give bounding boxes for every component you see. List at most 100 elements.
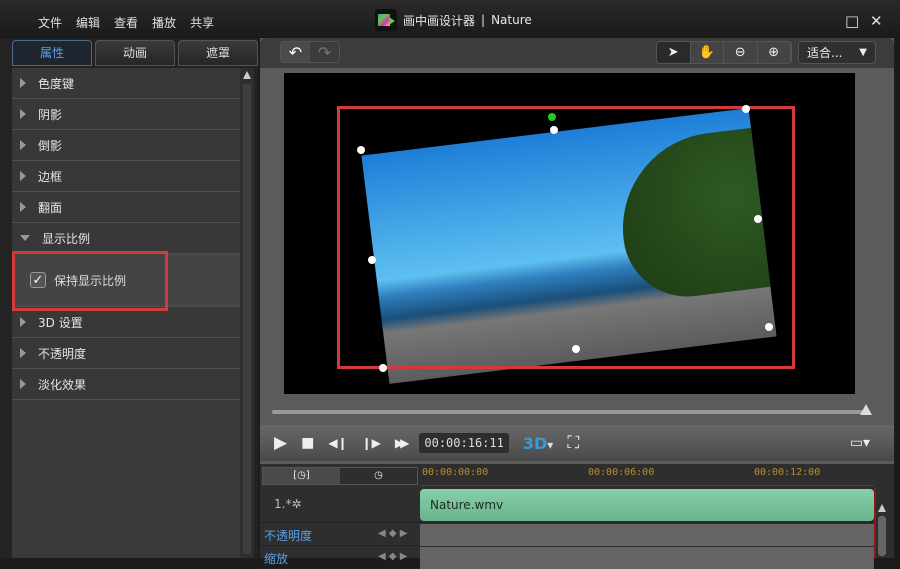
expand-arrow-icon <box>20 379 26 389</box>
stop-button[interactable]: ■ <box>301 435 314 451</box>
scroll-thumb[interactable] <box>878 516 886 556</box>
aspect-menu-button[interactable]: ▭▾ <box>850 435 870 451</box>
zoom-out-icon[interactable]: ⊖ <box>724 42 758 63</box>
preview-stage[interactable] <box>284 73 855 394</box>
prop-chroma-key[interactable]: 色度键 <box>12 68 240 99</box>
prop-aspect-ratio[interactable]: 显示比例 <box>12 223 240 254</box>
timeline-scrollbar[interactable] <box>876 504 888 558</box>
resize-handle[interactable] <box>742 105 750 113</box>
prop-flip[interactable]: 翻面 <box>12 192 240 223</box>
fullscreen-icon[interactable]: ⛶ <box>567 433 579 453</box>
keyframe-nav[interactable]: ◀ ◆ ▶ <box>378 528 407 539</box>
select-move-icon[interactable]: ➤ <box>657 42 691 63</box>
clip-time-mode-button[interactable]: [◷] <box>263 468 340 484</box>
keyframe-row-opacity: 不透明度 ◀ ◆ ▶ <box>260 524 874 546</box>
tab-properties[interactable]: 属性 <box>12 40 92 66</box>
3d-button[interactable]: 3D <box>523 434 547 453</box>
undo-redo-group: ↶ ↷ <box>280 41 340 63</box>
prop-reflection[interactable]: 倒影 <box>12 130 240 161</box>
menu-play[interactable]: 播放 <box>152 14 176 31</box>
keyframe-label: 缩放 <box>264 552 289 566</box>
maximize-icon[interactable]: □ <box>845 12 859 30</box>
menu-file[interactable]: 文件 <box>38 14 62 31</box>
fast-forward-button[interactable]: ▶▶ <box>395 436 410 450</box>
app-name: 画中画设计器 <box>403 13 476 28</box>
play-button[interactable]: ▶ <box>274 433 287 453</box>
resize-handle[interactable] <box>357 146 365 154</box>
keyframe-label: 不透明度 <box>264 529 313 543</box>
preview-toolbar: ↶ ↷ ➤ ✋ ⊖ ⊕ 适合... ▼ <box>260 38 894 68</box>
title-separator: | <box>481 13 486 27</box>
redo-button[interactable]: ↷ <box>310 42 339 62</box>
highlight-box <box>12 251 168 311</box>
playback-controls: ▶ ■ ◀❙ ❙▶ ▶▶ 00:00:16:11 3D▾ ⛶ ▭▾ <box>260 425 894 461</box>
video-clip[interactable]: Nature.wmv <box>420 489 874 521</box>
scroll-track[interactable] <box>243 84 251 554</box>
prop-label: 翻面 <box>38 200 63 215</box>
property-list: 色度键 阴影 倒影 边框 翻面 显示比例 ✓ 保持显示比例 3D 设置 不透明度… <box>12 68 240 558</box>
project-name: Nature <box>491 13 532 27</box>
resize-handle[interactable] <box>550 126 558 134</box>
highlight-box <box>337 106 795 369</box>
timecode-display: 00:00:16:11 <box>419 433 509 453</box>
resize-handle[interactable] <box>572 345 580 353</box>
scrub-slider[interactable] <box>272 410 864 414</box>
hand-icon[interactable]: ✋ <box>690 42 724 63</box>
prop-label: 显示比例 <box>42 231 91 246</box>
prev-frame-button[interactable]: ◀❙ <box>328 436 347 450</box>
prop-label: 淡化效果 <box>38 377 87 392</box>
resize-handle[interactable] <box>765 323 773 331</box>
time-mode-button[interactable]: ◷ <box>340 468 417 484</box>
resize-handle[interactable] <box>368 256 376 264</box>
menu-view[interactable]: 查看 <box>114 14 138 31</box>
resize-handle[interactable] <box>754 215 762 223</box>
prop-label: 倒影 <box>38 138 63 153</box>
prop-opacity[interactable]: 不透明度 <box>12 338 240 369</box>
resize-handle[interactable] <box>379 364 387 372</box>
prop-label: 阴影 <box>38 107 63 122</box>
time-ruler[interactable]: 00:00:00:00 00:00:06:00 00:00:12:00 <box>420 464 874 486</box>
rotate-handle[interactable] <box>548 113 556 121</box>
app-title: 画中画设计器 | Nature <box>375 9 532 31</box>
keyframe-area[interactable] <box>420 524 874 546</box>
menu-edit[interactable]: 编辑 <box>76 14 100 31</box>
timeline-mode-toggle: [◷] ◷ <box>262 467 418 485</box>
scroll-up-icon[interactable] <box>243 71 251 79</box>
tab-mask[interactable]: 遮罩 <box>178 40 258 66</box>
collapse-arrow-icon <box>20 235 30 241</box>
expand-arrow-icon <box>20 78 26 88</box>
slider-thumb[interactable] <box>860 404 872 415</box>
expand-arrow-icon <box>20 202 26 212</box>
prop-label: 3D 设置 <box>38 315 83 330</box>
tab-animation[interactable]: 动画 <box>95 40 175 66</box>
ruler-tick-label: 00:00:00:00 <box>422 467 489 478</box>
undo-button[interactable]: ↶ <box>281 42 310 62</box>
zoom-in-icon[interactable]: ⊕ <box>757 42 791 63</box>
properties-scrollbar[interactable] <box>240 68 254 558</box>
next-frame-button[interactable]: ❙▶ <box>362 436 381 450</box>
scroll-up-icon[interactable] <box>878 504 886 512</box>
keyframe-nav[interactable]: ◀ ◆ ▶ <box>378 551 407 562</box>
timeline-panel: [◷] ◷ 00:00:00:00 00:00:06:00 00:00:12:0… <box>260 464 894 569</box>
close-icon[interactable]: ✕ <box>870 12 883 30</box>
menu-bar: 文件 编辑 查看 播放 共享 <box>38 14 214 31</box>
chevron-down-icon[interactable]: ▾ <box>547 438 553 452</box>
prop-3d-settings[interactable]: 3D 设置 <box>12 307 240 338</box>
expand-arrow-icon <box>20 109 26 119</box>
keyframe-row-scale: 缩放 ◀ ◆ ▶ <box>260 547 874 569</box>
prop-shadow[interactable]: 阴影 <box>12 99 240 130</box>
prop-label: 不透明度 <box>38 346 87 361</box>
view-tools: ➤ ✋ ⊖ ⊕ <box>656 41 792 64</box>
keyframe-area[interactable] <box>420 547 874 569</box>
prop-border[interactable]: 边框 <box>12 161 240 192</box>
fit-label: 适合... <box>807 46 843 60</box>
fit-dropdown[interactable]: 适合... ▼ <box>798 41 876 64</box>
track-label: 1.*✲ <box>274 497 302 511</box>
panel-tabs: 属性 动画 遮罩 <box>12 40 258 66</box>
prop-label: 色度键 <box>38 76 75 91</box>
chevron-down-icon: ▼ <box>859 47 867 58</box>
properties-panel: 属性 动画 遮罩 色度键 阴影 倒影 边框 翻面 显示比例 ✓ 保持显示比例 3… <box>0 38 258 558</box>
menu-share[interactable]: 共享 <box>190 14 214 31</box>
prop-fade[interactable]: 淡化效果 <box>12 369 240 400</box>
track-row: 1.*✲ Nature.wmv <box>260 487 874 523</box>
